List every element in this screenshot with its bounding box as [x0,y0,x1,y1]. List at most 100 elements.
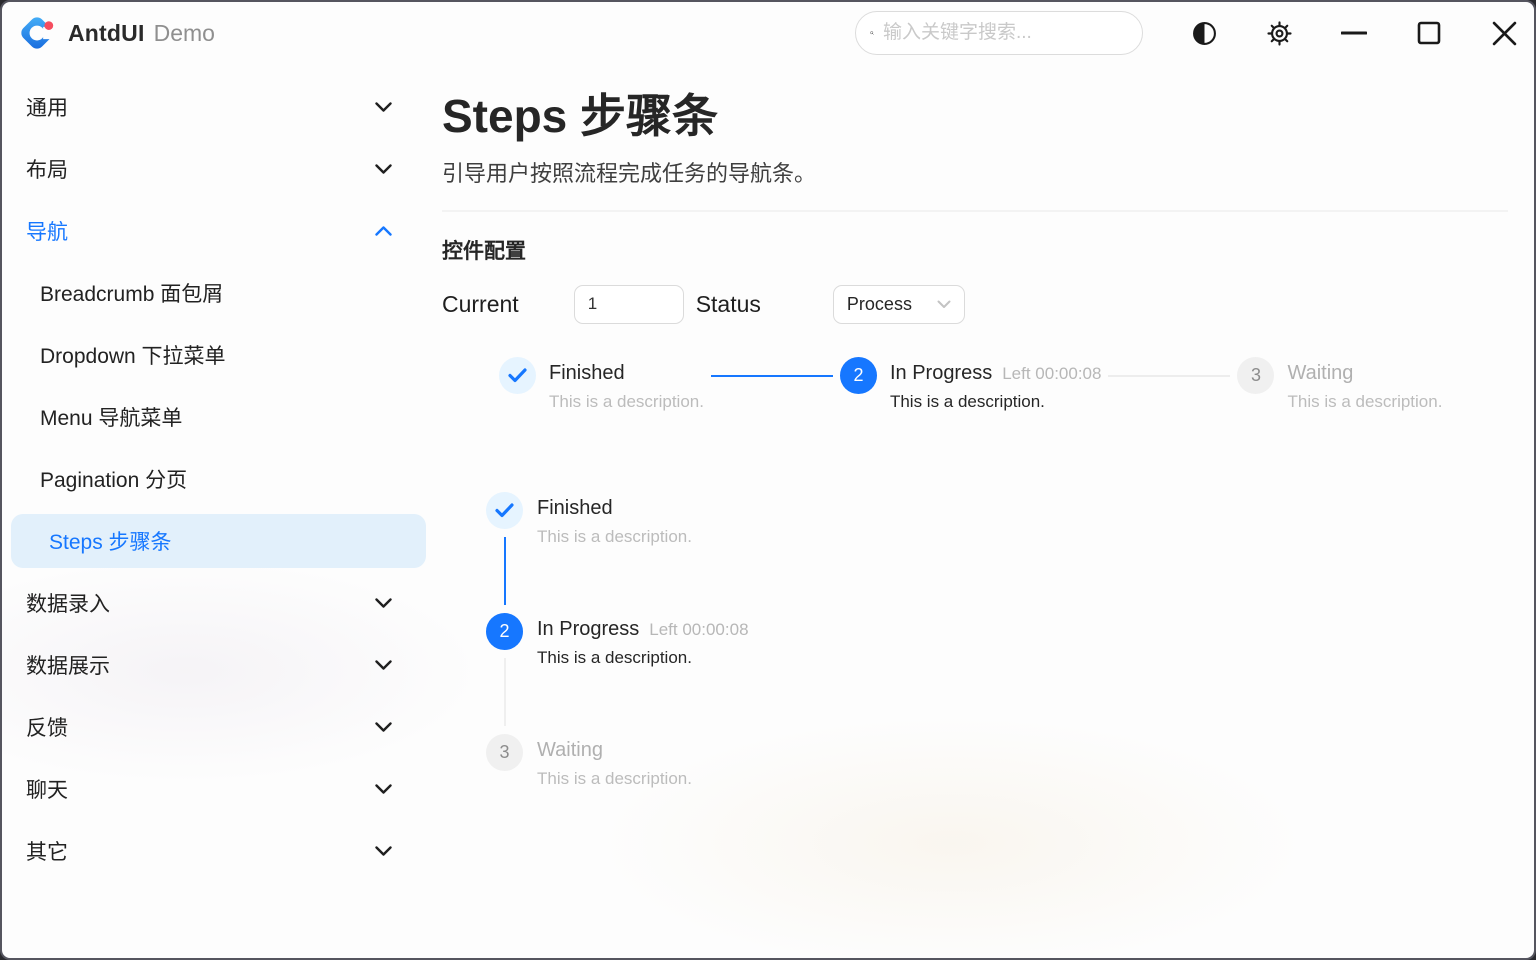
step-number: 2 [499,621,509,642]
sidebar-item-general[interactable]: 通用 [2,76,426,138]
chevron-down-icon [937,300,951,309]
steps-vertical: Finished This is a description. 2 [442,492,1508,814]
close-button[interactable] [1490,19,1518,47]
sidebar-item-steps[interactable]: Steps 步骤条 [11,514,426,568]
step-marker: 3 [486,734,523,771]
check-icon [495,503,514,518]
sidebar-item-label: 其它 [26,836,68,866]
step-in-progress[interactable]: 2 In Progress Left 00:00:08 This is a de… [840,357,1102,412]
steps-horizontal: Finished This is a description. 2 In Pro… [442,357,1508,412]
minimize-button[interactable] [1340,19,1368,47]
chevron-down-icon [375,598,392,608]
step-finished[interactable]: Finished This is a description. [499,357,704,412]
step-title: Finished [537,497,613,520]
theme-contrast-icon [1192,21,1217,46]
page-subtitle: 引导用户按照流程完成任务的导航条。 [442,156,1508,188]
sidebar-item-data-entry[interactable]: 数据录入 [2,572,426,634]
step-connector [1108,375,1230,377]
sidebar-item-label: 聊天 [26,774,68,804]
step-tail-connector [504,537,506,605]
step-description: This is a description. [537,527,692,547]
step-description: This is a description. [890,392,1102,412]
step-description: This is a description. [537,648,749,668]
step-description: This is a description. [537,769,692,789]
maximize-button[interactable] [1415,19,1443,47]
settings-gear-icon [1266,20,1293,47]
sidebar-item-label: Breadcrumb 面包屑 [40,278,223,308]
step-in-progress[interactable]: 2 In Progress Left 00:00:08 This is a de… [486,613,1508,734]
search-box[interactable] [855,11,1143,55]
step-finished[interactable]: Finished This is a description. [486,492,1508,613]
step-subtitle: Left 00:00:08 [649,620,748,640]
main-content: Steps 步骤条 引导用户按照流程完成任务的导航条。 控件配置 Current… [426,64,1534,958]
step-marker [499,357,536,394]
chevron-down-icon [375,784,392,794]
sidebar-item-label: 导航 [26,216,68,246]
sidebar-item-label: 数据展示 [26,650,110,680]
status-label: Status [696,291,761,318]
sidebar-item-other[interactable]: 其它 [2,820,426,882]
sidebar-item-label: 布局 [26,154,68,184]
current-input[interactable] [574,285,684,324]
sidebar-item-label: Dropdown 下拉菜单 [40,340,226,370]
step-number: 2 [853,365,863,386]
config-controls: Current Status Process [442,285,1508,324]
step-marker: 2 [840,357,877,394]
sidebar-item-dropdown[interactable]: Dropdown 下拉菜单 [2,324,426,386]
step-waiting[interactable]: 3 Waiting This is a description. [1237,357,1442,412]
status-select-value: Process [847,294,937,315]
status-select[interactable]: Process [833,285,965,324]
close-icon [1492,21,1517,46]
chevron-down-icon [375,102,392,112]
sidebar-item-pagination[interactable]: Pagination 分页 [2,448,426,510]
sidebar-item-navigation[interactable]: 导航 [2,200,426,262]
app-window: AntdUI Demo [0,0,1536,960]
minimize-icon [1341,20,1367,46]
sidebar-item-label: 反馈 [26,712,68,742]
step-marker: 2 [486,613,523,650]
theme-toggle-button[interactable] [1190,19,1218,47]
page-title: Steps 步骤条 [442,90,1508,143]
sidebar-item-label: Menu 导航菜单 [40,402,182,432]
divider [442,210,1508,212]
step-waiting[interactable]: 3 Waiting This is a description. [486,734,1508,814]
step-number: 3 [1251,365,1261,386]
step-tail-connector [504,658,506,726]
config-section-title: 控件配置 [442,235,1508,265]
chevron-down-icon [375,660,392,670]
step-description: This is a description. [1287,392,1442,412]
sidebar-item-chat[interactable]: 聊天 [2,758,426,820]
sidebar-item-feedback[interactable]: 反馈 [2,696,426,758]
search-icon [870,23,874,43]
chevron-up-icon [375,226,392,236]
chevron-down-icon [375,722,392,732]
titlebar: AntdUI Demo [2,2,1534,64]
step-title: Waiting [1287,362,1353,385]
chevron-down-icon [375,846,392,856]
sidebar-item-menu[interactable]: Menu 导航菜单 [2,386,426,448]
step-marker: 3 [1237,357,1274,394]
sidebar: 通用 布局 导航 Breadcrumb 面包屑 [2,64,426,958]
chevron-down-icon [375,164,392,174]
sidebar-item-label: 通用 [26,92,68,122]
step-number: 3 [499,742,509,763]
step-title: Waiting [537,739,603,762]
sidebar-item-data-display[interactable]: 数据展示 [2,634,426,696]
sidebar-item-layout[interactable]: 布局 [2,138,426,200]
app-logo-icon [16,12,58,54]
settings-button[interactable] [1265,19,1293,47]
sidebar-item-label: Steps 步骤条 [49,526,172,556]
step-title: In Progress [890,362,992,385]
sidebar-item-breadcrumb[interactable]: Breadcrumb 面包屑 [2,262,426,324]
step-title: In Progress [537,618,639,641]
step-subtitle: Left 00:00:08 [1002,364,1101,384]
step-marker [486,492,523,529]
sidebar-item-label: 数据录入 [26,588,110,618]
check-icon [508,368,527,383]
step-title: Finished [549,362,625,385]
maximize-icon [1417,21,1441,45]
step-description: This is a description. [549,392,704,412]
sidebar-item-label: Pagination 分页 [40,464,187,494]
search-input[interactable] [883,22,1128,44]
step-connector [711,375,833,377]
